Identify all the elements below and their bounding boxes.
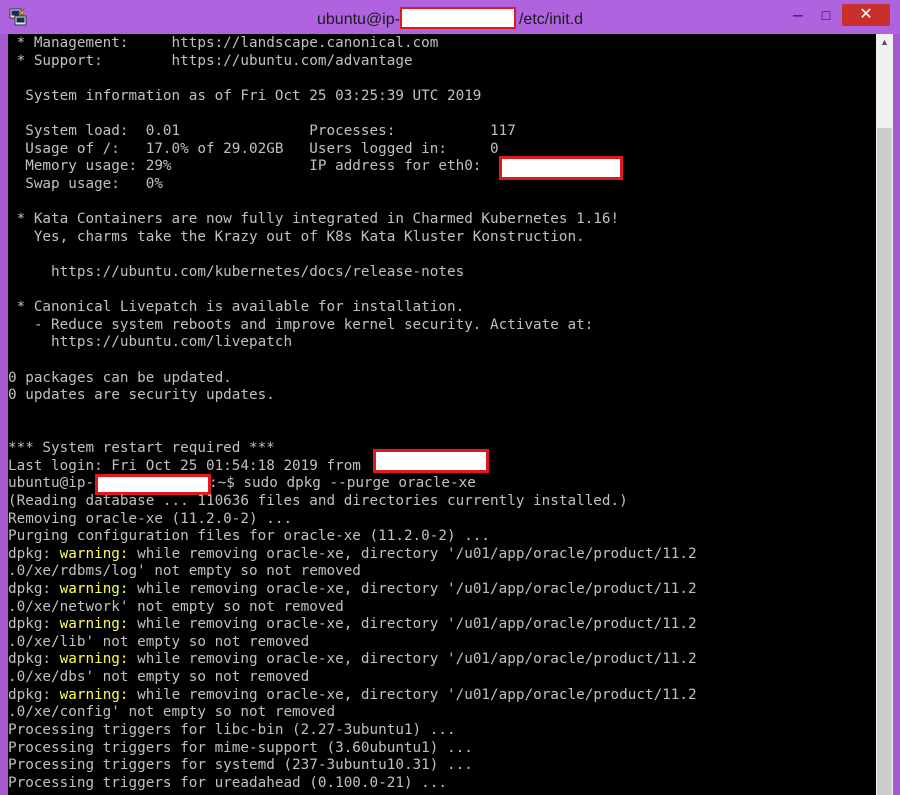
scrollbar-thumb[interactable] xyxy=(877,128,892,795)
warning-text: while removing oracle-xe, directory '/u0… xyxy=(128,546,697,562)
terminal-line: * Management: https://landscape.canonica… xyxy=(8,35,439,51)
minimize-icon: ─ xyxy=(793,7,803,23)
terminal-line: Processing triggers for ureadahead (0.10… xyxy=(8,775,447,791)
terminal-line: .0/xe/dbs' not empty so not removed xyxy=(8,669,310,685)
warning-line: dpkg: warning: while removing oracle-xe,… xyxy=(8,616,697,633)
terminal-line: Processing triggers for mime-support (3.… xyxy=(8,740,473,756)
terminal-line: .0/xe/lib' not empty so not removed xyxy=(8,634,310,650)
terminal-line: System load: 0.01 Processes: 117 xyxy=(8,123,516,139)
redacted-prompt-host xyxy=(95,474,211,495)
dpkg-prefix: dpkg: xyxy=(8,687,60,703)
terminal-line: ubuntu@ip- xyxy=(8,475,95,491)
terminal-line: Purging configuration files for oracle-x… xyxy=(8,528,491,544)
terminal-line: 0 packages can be updated. xyxy=(8,370,232,386)
warning-label: warning: xyxy=(59,546,129,562)
dpkg-prefix: dpkg: xyxy=(8,581,60,597)
terminal-line: * Support: https://ubuntu.com/advantage xyxy=(8,53,413,69)
terminal-line: - Reduce system reboots and improve kern… xyxy=(8,317,594,333)
close-button[interactable]: ✕ xyxy=(842,4,890,26)
terminal-line: .0/xe/config' not empty so not removed xyxy=(8,704,336,720)
chevron-up-icon: ▲ xyxy=(880,37,889,47)
terminal-line: (Reading database ... 110636 files and d… xyxy=(8,493,628,509)
terminal-line: System information as of Fri Oct 25 03:2… xyxy=(8,88,482,104)
warning-label: warning: xyxy=(59,616,129,632)
minimize-button[interactable]: ─ xyxy=(786,4,810,26)
dpkg-prefix: dpkg: xyxy=(8,616,60,632)
terminal-line: Swap usage: 0% xyxy=(8,176,163,192)
warning-label: warning: xyxy=(59,687,129,703)
window-title-suffix: /etc/init.d xyxy=(518,11,583,28)
terminal-line: Last login: Fri Oct 25 01:54:18 2019 fro… xyxy=(8,458,361,474)
terminal-line: .0/xe/rdbms/log' not empty so not remove… xyxy=(8,563,361,579)
title-bar[interactable]: ubuntu@ip- /etc/init.d ─ □ ✕ xyxy=(0,0,900,34)
redacted-hostname xyxy=(399,7,516,29)
terminal-line: Yes, charms take the Krazy out of K8s Ka… xyxy=(8,229,585,245)
warning-line: dpkg: warning: while removing oracle-xe,… xyxy=(8,546,697,563)
window-title-prefix: ubuntu@ip- xyxy=(317,11,400,28)
warning-text: while removing oracle-xe, directory '/u0… xyxy=(128,651,697,667)
warning-label: warning: xyxy=(59,651,129,667)
terminal-line: * Kata Containers are now fully integrat… xyxy=(8,211,620,227)
maximize-button[interactable]: □ xyxy=(812,4,840,26)
terminal-line: Memory usage: 29% IP address for eth0: xyxy=(8,158,482,174)
dpkg-prefix: dpkg: xyxy=(8,546,60,562)
warning-text: while removing oracle-xe, directory '/u0… xyxy=(128,581,697,597)
warning-label: warning: xyxy=(59,581,129,597)
maximize-icon: □ xyxy=(821,7,831,23)
redacted-ip-address xyxy=(499,156,623,180)
terminal-line: Processing triggers for libc-bin (2.27-3… xyxy=(8,722,456,738)
terminal-line: Processing triggers for systemd (237-3ub… xyxy=(8,757,473,773)
terminal-line: Removing oracle-xe (11.2.0-2) ... xyxy=(8,511,293,527)
close-icon: ✕ xyxy=(859,6,873,23)
terminal-line: .0/xe/network' not empty so not removed xyxy=(8,599,344,615)
warning-line: dpkg: warning: while removing oracle-xe,… xyxy=(8,581,697,598)
warning-text: while removing oracle-xe, directory '/u0… xyxy=(128,616,697,632)
putty-window: ubuntu@ip- /etc/init.d ─ □ ✕ * Management… xyxy=(0,0,900,795)
terminal-output[interactable]: * Management: https://landscape.canonica… xyxy=(8,34,876,795)
vertical-scrollbar[interactable]: ▲ xyxy=(876,34,893,795)
terminal-line: https://ubuntu.com/livepatch xyxy=(8,334,293,350)
dpkg-prefix: dpkg: xyxy=(8,651,60,667)
terminal-line: Usage of /: 17.0% of 29.02GB Users logge… xyxy=(8,141,499,157)
warning-line: dpkg: warning: while removing oracle-xe,… xyxy=(8,687,697,704)
scroll-up-button[interactable]: ▲ xyxy=(876,34,893,51)
terminal-line: * Canonical Livepatch is available for i… xyxy=(8,299,465,315)
warning-line: dpkg: warning: while removing oracle-xe,… xyxy=(8,651,697,668)
redacted-login-host xyxy=(373,449,489,473)
terminal-line: *** System restart required *** xyxy=(8,440,275,456)
window-title: ubuntu@ip- /etc/init.d xyxy=(0,7,900,29)
warning-text: while removing oracle-xe, directory '/u0… xyxy=(128,687,697,703)
prompt-command: :~$ sudo dpkg --purge oracle-xe xyxy=(209,475,476,491)
terminal-line: 0 updates are security updates. xyxy=(8,387,275,403)
terminal-line: https://ubuntu.com/kubernetes/docs/relea… xyxy=(8,264,465,280)
